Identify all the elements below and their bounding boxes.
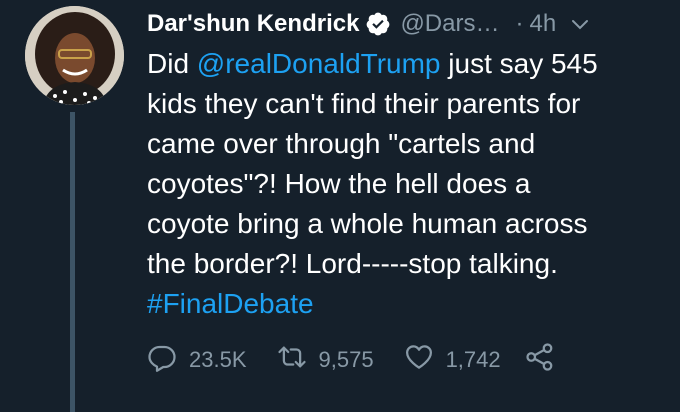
hashtag-link[interactable]: #FinalDebate bbox=[147, 288, 314, 319]
user-handle[interactable]: @Dars… bbox=[400, 10, 499, 38]
like-button[interactable]: 1,742 bbox=[404, 342, 501, 378]
text-segment: Did bbox=[147, 48, 197, 79]
separator-dot: · bbox=[515, 10, 524, 37]
timestamp[interactable]: 4h bbox=[529, 10, 556, 38]
mention-link[interactable]: @realDonaldTrump bbox=[197, 48, 441, 79]
tweet-text-line: the border?! Lord-----stop talking. bbox=[147, 248, 558, 279]
like-count: 1,742 bbox=[445, 347, 501, 372]
tweet-card[interactable]: Dar'shun Kendrick @Dars… · 4h Did @realD… bbox=[0, 0, 680, 412]
chevron-down-icon[interactable] bbox=[570, 14, 590, 34]
tweet-text-line: coyote bring a whole human across bbox=[147, 208, 588, 239]
share-icon bbox=[525, 342, 555, 378]
share-button[interactable] bbox=[525, 342, 555, 378]
text-segment: just say 545 bbox=[440, 48, 598, 79]
reply-count: 23.5K bbox=[189, 347, 247, 372]
reply-button[interactable]: 23.5K bbox=[147, 342, 247, 378]
tweet-text: Did @realDonaldTrump just say 545 kids t… bbox=[147, 44, 672, 324]
tweet-text-line: came over through "cartels and bbox=[147, 128, 536, 159]
tweet-text-line: Did @realDonaldTrump just say 545 bbox=[147, 44, 672, 84]
retweet-icon bbox=[277, 342, 307, 378]
tweet-text-line: #FinalDebate bbox=[147, 284, 672, 324]
tweet-actions: 23.5K 9,575 1,742 bbox=[147, 340, 555, 380]
thread-line bbox=[70, 112, 75, 412]
avatar[interactable] bbox=[25, 6, 124, 105]
verified-badge-icon bbox=[365, 11, 391, 37]
display-name[interactable]: Dar'shun Kendrick bbox=[147, 10, 359, 38]
retweet-button[interactable]: 9,575 bbox=[277, 342, 374, 378]
retweet-count: 9,575 bbox=[318, 347, 374, 372]
tweet-text-line: kids they can't find their parents for bbox=[147, 88, 581, 119]
reply-icon bbox=[147, 342, 177, 378]
heart-icon bbox=[404, 342, 434, 378]
avatar-photo bbox=[25, 6, 124, 105]
tweet-text-line: coyotes"?! How the hell does a bbox=[147, 168, 531, 199]
tweet-header: Dar'shun Kendrick @Dars… · 4h bbox=[147, 6, 670, 42]
